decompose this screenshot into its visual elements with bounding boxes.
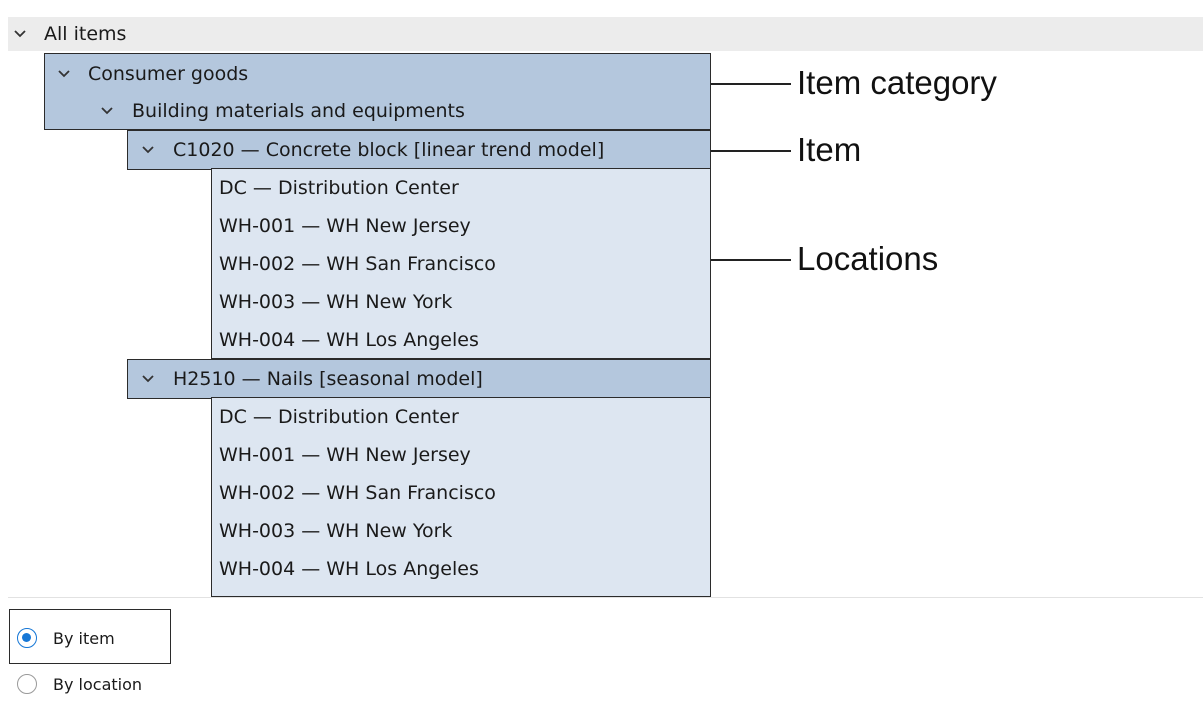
location-row[interactable]: WH-001 — WH New Jersey bbox=[219, 217, 471, 236]
tree-root-label: All items bbox=[44, 23, 127, 45]
callout-line bbox=[711, 150, 791, 152]
callout-item-category: Item category bbox=[797, 64, 997, 101]
item-label: H2510 — Nails [seasonal model] bbox=[173, 368, 483, 390]
radio-selected-icon[interactable] bbox=[17, 628, 37, 648]
radio-by-item-label[interactable]: By item bbox=[53, 631, 115, 647]
chevron-down-icon[interactable] bbox=[138, 369, 158, 389]
category-label[interactable]: Consumer goods bbox=[88, 65, 248, 84]
location-row[interactable]: DC — Distribution Center bbox=[219, 179, 459, 198]
location-row[interactable]: WH-004 — WH Los Angeles bbox=[219, 560, 479, 579]
chevron-down-icon[interactable] bbox=[10, 24, 30, 44]
chevron-down-icon[interactable] bbox=[138, 140, 158, 160]
item-category-group: Consumer goods Building materials and eq… bbox=[44, 53, 711, 130]
subcategory-label[interactable]: Building materials and equipments bbox=[132, 102, 465, 121]
callout-locations: Locations bbox=[797, 240, 939, 277]
location-row[interactable]: DC — Distribution Center bbox=[219, 408, 459, 427]
location-row[interactable]: WH-001 — WH New Jersey bbox=[219, 446, 471, 465]
location-row[interactable]: WH-002 — WH San Francisco bbox=[219, 255, 496, 274]
item-row[interactable]: C1020 — Concrete block [linear trend mod… bbox=[127, 130, 711, 170]
item-row[interactable]: H2510 — Nails [seasonal model] bbox=[127, 359, 711, 399]
location-row[interactable]: WH-003 — WH New York bbox=[219, 293, 452, 312]
callout-line bbox=[711, 259, 791, 261]
locations-group: DC — Distribution Center WH-001 — WH New… bbox=[211, 397, 711, 597]
location-row[interactable]: WH-002 — WH San Francisco bbox=[219, 484, 496, 503]
tree-root-row[interactable]: All items bbox=[8, 17, 1203, 51]
item-label: C1020 — Concrete block [linear trend mod… bbox=[173, 139, 605, 161]
callout-line bbox=[711, 83, 791, 85]
callout-item: Item bbox=[797, 131, 862, 168]
location-row[interactable]: WH-004 — WH Los Angeles bbox=[219, 331, 479, 350]
chevron-down-icon[interactable] bbox=[97, 101, 117, 121]
radio-by-location-label[interactable]: By location bbox=[53, 677, 142, 693]
location-row[interactable]: WH-003 — WH New York bbox=[219, 522, 452, 541]
locations-group: DC — Distribution Center WH-001 — WH New… bbox=[211, 168, 711, 359]
chevron-down-icon[interactable] bbox=[54, 64, 74, 84]
divider bbox=[8, 597, 1203, 598]
radio-unselected-icon[interactable] bbox=[17, 674, 37, 694]
